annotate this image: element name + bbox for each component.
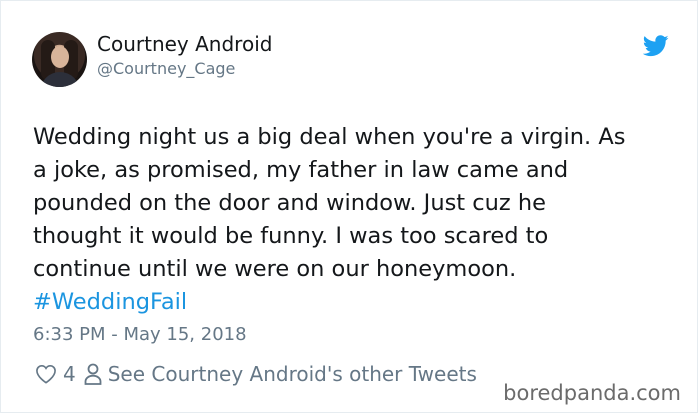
heart-icon — [36, 364, 56, 384]
user-handle[interactable]: @Courtney_Cage — [97, 59, 235, 78]
avatar[interactable] — [32, 32, 87, 87]
person-icon — [84, 363, 102, 385]
tweet-text-line: continue until we were on our honeymoon. — [33, 256, 517, 282]
user-display-name[interactable]: Courtney Android — [97, 32, 272, 56]
twitter-bird-icon[interactable] — [643, 35, 669, 57]
tweet-text-line: thought it would be funny. I was too sca… — [33, 223, 549, 249]
tweet-timestamp[interactable]: 6:33 PM - May 15, 2018 — [33, 324, 247, 345]
hashtag-link[interactable]: #WeddingFail — [33, 286, 683, 319]
tweet-text: Wedding night us a big deal when you're … — [33, 121, 683, 319]
tweet-text-line: a joke, as promised, my father in law ca… — [33, 157, 569, 183]
other-tweets-link[interactable]: See Courtney Android's other Tweets — [84, 362, 477, 386]
like-button[interactable]: 4 — [35, 362, 84, 386]
other-tweets-label: See Courtney Android's other Tweets — [107, 362, 477, 386]
tweet-text-line: pounded on the door and window. Just cuz… — [33, 190, 546, 216]
watermark: boredpanda.com — [503, 381, 681, 405]
tweet-text-line: Wedding night us a big deal when you're … — [33, 124, 626, 150]
like-count: 4 — [63, 362, 76, 386]
tweet-card: Courtney Android @Courtney_Cage Wedding … — [0, 0, 698, 413]
tweet-actions: 4 See Courtney Android's other Tweets — [35, 361, 477, 387]
